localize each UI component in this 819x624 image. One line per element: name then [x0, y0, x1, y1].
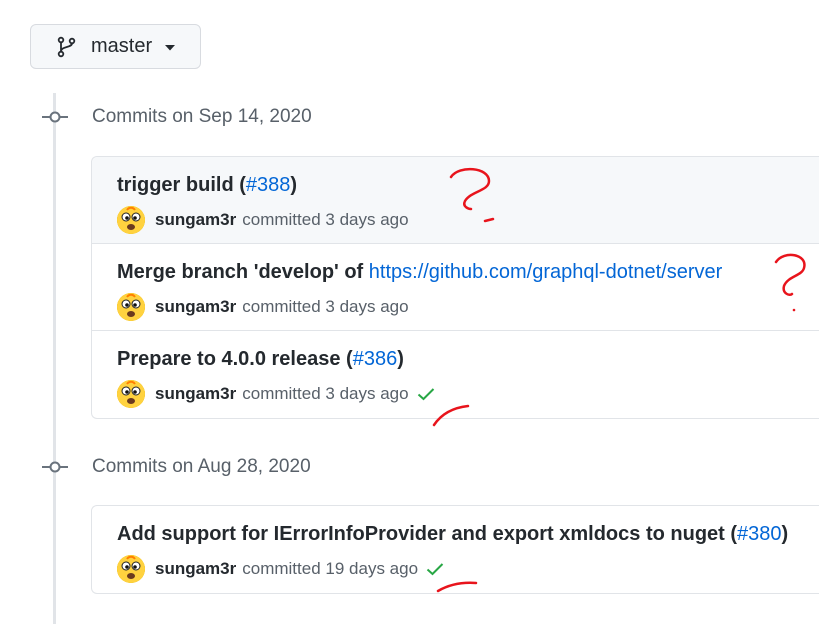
avatar[interactable] [117, 555, 145, 583]
commit-author[interactable]: sungam3r [155, 210, 236, 230]
pr-link[interactable]: #386 [353, 348, 398, 370]
commit-message[interactable]: Prepare to 4.0.0 release [117, 348, 340, 370]
timeline-line [53, 93, 56, 624]
commit-time[interactable]: 3 days ago [325, 210, 408, 230]
commit-action: committed [242, 297, 321, 316]
commit-time[interactable]: 19 days ago [325, 559, 418, 579]
commit-list: trigger build (#388) sungam3r committed … [91, 156, 819, 419]
commit-group-header: Commits on Sep 14, 2020 [40, 106, 312, 128]
commit-author[interactable]: sungam3r [155, 297, 236, 317]
commit-author[interactable]: sungam3r [155, 384, 236, 404]
group-date: Commits on Sep 14, 2020 [92, 106, 312, 127]
commit-pr-suffix: ) [290, 174, 298, 196]
check-icon[interactable] [426, 562, 444, 576]
pr-link[interactable]: #380 [737, 523, 782, 545]
avatar[interactable] [117, 206, 145, 234]
commit-meta: sungam3r committed 3 days ago [117, 380, 819, 408]
commit-time[interactable]: 3 days ago [325, 297, 408, 317]
commit-meta: sungam3r committed 19 days ago [117, 555, 819, 583]
commit-action: committed [242, 559, 321, 578]
commit-title: Add support for IErrorInfoProvider and e… [117, 523, 819, 546]
check-icon[interactable] [417, 387, 435, 401]
commit-author[interactable]: sungam3r [155, 559, 236, 579]
caret-down-icon [165, 44, 176, 50]
branch-label: master [91, 35, 153, 57]
commit-pr-suffix: ) [781, 523, 789, 545]
commit-pr-prefix: ( [724, 523, 738, 545]
git-commit-icon [42, 111, 68, 123]
branch-select-button[interactable]: master [30, 24, 201, 69]
avatar[interactable] [117, 293, 145, 321]
pr-link[interactable]: #388 [246, 174, 291, 196]
commit-message[interactable]: Add support for IErrorInfoProvider and e… [117, 523, 725, 545]
commit-title: Prepare to 4.0.0 release (#386) [117, 348, 819, 371]
commit-link[interactable]: https://github.com/graphql-dotnet/server [369, 261, 723, 283]
git-commit-icon [42, 461, 68, 473]
commit-pr-prefix: ( [340, 348, 353, 370]
commit-row: Add support for IErrorInfoProvider and e… [92, 506, 819, 593]
commit-action: committed [242, 384, 321, 403]
avatar[interactable] [117, 380, 145, 408]
group-date: Commits on Aug 28, 2020 [92, 456, 311, 477]
commit-meta: sungam3r committed 3 days ago [117, 206, 819, 234]
commit-list: Add support for IErrorInfoProvider and e… [91, 505, 819, 594]
git-branch-icon [57, 36, 76, 57]
commit-action: committed [242, 210, 321, 229]
commit-message[interactable]: Merge branch 'develop' of [117, 261, 369, 283]
commit-group-header: Commits on Aug 28, 2020 [40, 456, 311, 478]
commit-row: Prepare to 4.0.0 release (#386) sungam3r… [92, 331, 819, 418]
commit-pr-prefix: ( [233, 174, 246, 196]
commit-time[interactable]: 3 days ago [325, 384, 408, 404]
commit-row: Merge branch 'develop' of https://github… [92, 244, 819, 331]
commit-message[interactable]: trigger build [117, 174, 234, 196]
commit-meta: sungam3r committed 3 days ago [117, 293, 819, 321]
commit-row: trigger build (#388) sungam3r committed … [92, 157, 819, 244]
commit-pr-suffix: ) [397, 348, 404, 370]
commit-title: trigger build (#388) [117, 174, 819, 197]
commit-title: Merge branch 'develop' of https://github… [117, 261, 819, 284]
